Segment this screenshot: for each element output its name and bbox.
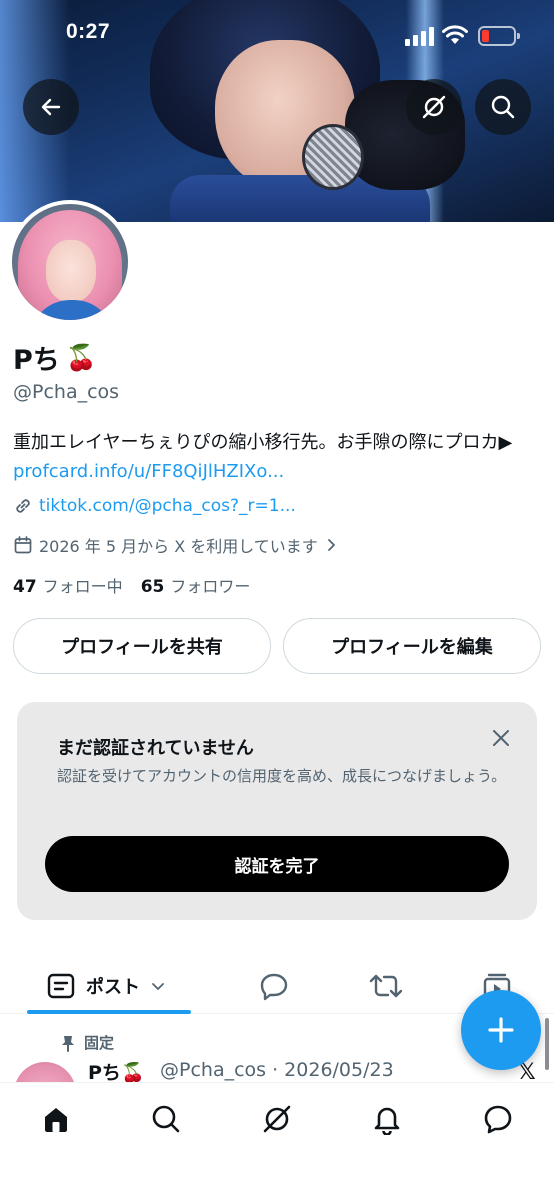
follow-stats: 47 フォロー中 65 フォロワー xyxy=(13,573,250,597)
scrollbar[interactable] xyxy=(545,1018,549,1070)
pinned-label: 固定 xyxy=(84,1034,115,1052)
tab-posts[interactable]: ポスト xyxy=(46,958,166,1014)
display-name-row: Pち 🍒 xyxy=(13,338,97,377)
edit-profile-button[interactable]: プロフィールを編集 xyxy=(283,618,541,674)
website-link[interactable]: tiktok.com/@pcha_cos?_r=1... xyxy=(39,496,296,516)
chevron-down-icon xyxy=(152,983,164,990)
status-bar: 0:27 xyxy=(0,18,554,58)
followers-label: フォロワー xyxy=(170,577,251,596)
home-icon xyxy=(45,1108,67,1132)
bio-text: 重加エレイヤーちぇりぴの縮小移行先。お手隙の際にプロカ▶ xyxy=(13,432,513,453)
nav-messages[interactable] xyxy=(478,1099,518,1139)
grok-button[interactable] xyxy=(406,79,462,135)
followers-link[interactable]: 65 フォロワー xyxy=(141,573,251,597)
following-link[interactable]: 47 フォロー中 xyxy=(13,573,123,597)
nav-grok[interactable] xyxy=(257,1099,297,1139)
cherry-emoji: 🍒 xyxy=(65,342,97,372)
profile-bio: 重加エレイヤーちぇりぴの縮小移行先。お手隙の際にプロカ▶ profcard.in… xyxy=(13,428,545,486)
nav-notifications[interactable] xyxy=(367,1099,407,1139)
plus-icon xyxy=(488,1017,514,1043)
message-icon xyxy=(484,1105,512,1134)
compose-button[interactable] xyxy=(461,990,541,1070)
profile-handle: @Pcha_cos xyxy=(13,381,120,403)
posts-icon xyxy=(47,973,75,999)
joined-row[interactable]: 2026 年 5 月から X を利用しています xyxy=(13,533,338,557)
bottom-navigation xyxy=(0,1082,554,1200)
chevron-right-icon xyxy=(327,539,335,551)
nav-search[interactable] xyxy=(146,1099,186,1139)
battery-icon xyxy=(478,26,520,46)
tab-posts-label: ポスト xyxy=(86,977,140,998)
arrow-left-icon xyxy=(41,98,61,116)
pin-icon xyxy=(62,1035,74,1052)
search-button[interactable] xyxy=(475,79,531,135)
bio-link[interactable]: profcard.info/u/FF8QiJlHZIXo... xyxy=(13,461,284,482)
banner-microphone xyxy=(302,124,364,190)
post-avatar[interactable] xyxy=(14,1062,76,1082)
complete-verification-button[interactable]: 認証を完了 xyxy=(45,836,509,892)
grok-icon xyxy=(422,95,446,119)
verification-title: まだ認証されていません xyxy=(57,738,254,759)
tab-reposts[interactable] xyxy=(368,958,404,1014)
search-icon xyxy=(152,1105,180,1133)
followers-count: 65 xyxy=(140,577,165,597)
tab-replies[interactable] xyxy=(258,958,290,1014)
post-author-handle: @Pcha_cos · 2026/05/23 xyxy=(160,1059,394,1081)
display-name: Pち xyxy=(13,345,60,376)
website-row: tiktok.com/@pcha_cos?_r=1... xyxy=(13,496,296,516)
link-icon xyxy=(16,499,30,513)
following-count: 47 xyxy=(13,577,37,597)
pinned-indicator: 固定 xyxy=(60,1032,114,1053)
signal-icon xyxy=(405,26,435,46)
share-profile-button[interactable]: プロフィールを共有 xyxy=(13,618,271,674)
search-icon xyxy=(491,95,515,119)
avatar[interactable] xyxy=(8,200,132,324)
active-tab-indicator xyxy=(27,1010,191,1014)
grok-icon xyxy=(263,1105,291,1133)
post-author-name: Pち🍒 xyxy=(88,1062,145,1082)
nav-home[interactable] xyxy=(36,1099,76,1139)
repost-icon xyxy=(369,974,403,998)
close-icon[interactable] xyxy=(489,726,513,750)
reply-icon xyxy=(260,973,288,1001)
following-label: フォロー中 xyxy=(42,577,123,596)
wifi-icon xyxy=(442,25,468,44)
calendar-icon xyxy=(14,536,32,554)
bell-icon xyxy=(374,1107,400,1135)
status-time: 0:27 xyxy=(66,20,111,43)
joined-date: 2026 年 5 月から X を利用しています xyxy=(39,537,318,556)
verification-card: まだ認証されていません 認証を受けてアカウントの信用度を高め、成長につなげましょ… xyxy=(17,702,537,920)
verification-description: 認証を受けてアカウントの信用度を高め、成長につなげましょう。 xyxy=(57,767,507,785)
pinned-post[interactable]: Pち🍒 @Pcha_cos · 2026/05/23 𝕏 xyxy=(0,1058,554,1082)
back-button[interactable] xyxy=(23,79,79,135)
